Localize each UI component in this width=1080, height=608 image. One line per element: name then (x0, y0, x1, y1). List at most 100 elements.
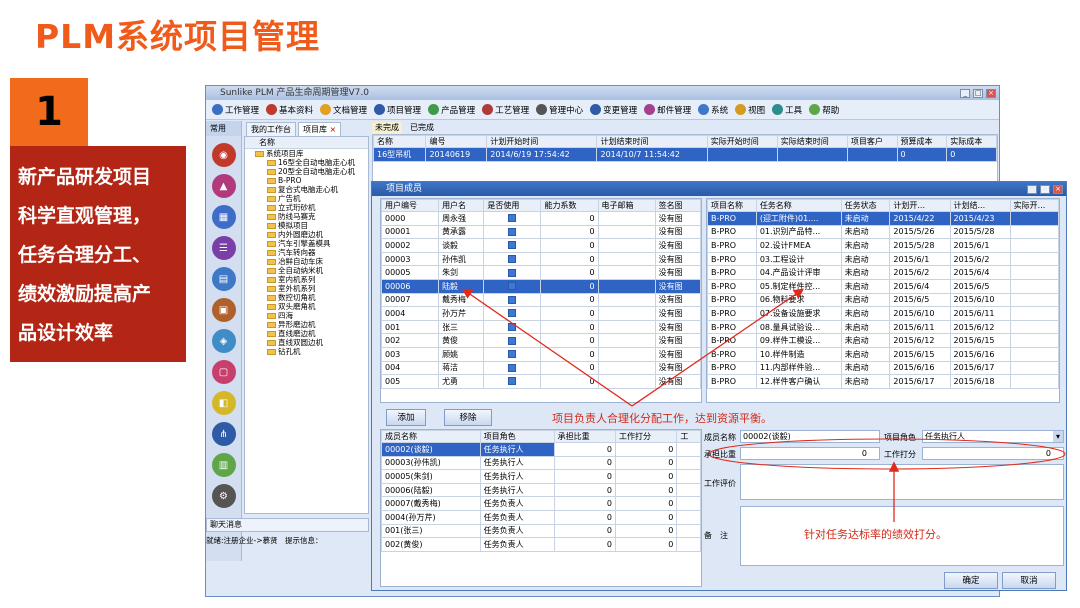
menu-item[interactable]: 基本资料 (264, 104, 315, 116)
column-header[interactable]: 项目客户 (846, 135, 898, 148)
module-icon[interactable]: ◈ (211, 329, 236, 353)
menu-icon (735, 104, 747, 115)
table-cell: 16型吊机 (372, 147, 427, 162)
tree-item[interactable]: 广告机 (245, 194, 368, 203)
tree-item[interactable]: 防线马赛克 (245, 212, 368, 221)
column-header[interactable]: 计划结束时间 (596, 135, 708, 148)
tree-item[interactable]: 汽车转向器 (245, 248, 368, 257)
settings-gear-icon[interactable]: ⚙ (211, 484, 236, 508)
tree-item[interactable]: 复合式电脑走心机 (245, 185, 368, 194)
menu-icon (482, 104, 494, 115)
column-header[interactable]: 实际结束时间 (776, 135, 848, 148)
tree-item[interactable]: 内外圆磨边机 (245, 230, 368, 239)
menu-item[interactable]: 工作管理 (210, 104, 261, 116)
desc-line: 任务合理分工、 (18, 244, 152, 266)
folder-icon (267, 231, 276, 238)
close-button[interactable]: × (986, 89, 996, 98)
tree-item[interactable]: 汽车引擎盖模具 (245, 239, 368, 248)
module-icon[interactable]: ▥ (211, 453, 236, 477)
sub-tabs: 未完成 已完成 (372, 122, 998, 134)
menu-item[interactable]: 产品管理 (426, 104, 477, 116)
section-number: 1 (10, 78, 88, 146)
tree-item[interactable]: 双头磨角机 (245, 302, 368, 311)
menu-item[interactable]: 变更管理 (588, 104, 639, 116)
module-icon[interactable]: ◉ (211, 143, 236, 167)
tree-item[interactable]: 钻孔机 (245, 347, 368, 356)
minimize-button[interactable]: _ (960, 89, 971, 98)
tab-workbench[interactable]: 我的工作台 (246, 122, 296, 137)
tree-item[interactable]: 全自动纳米机 (245, 266, 368, 275)
folder-icon (267, 213, 276, 220)
tree-item[interactable]: 室内机系列 (245, 275, 368, 284)
column-header[interactable]: 实际成本 (946, 135, 997, 148)
table-cell: 0 (896, 147, 948, 162)
menu-item[interactable]: 工艺管理 (480, 104, 531, 116)
menu-item[interactable]: 管理中心 (534, 104, 585, 116)
module-icon[interactable]: ▢ (211, 360, 236, 384)
column-header[interactable]: 计划开始时间 (486, 135, 598, 148)
folder-icon (267, 168, 276, 175)
module-icon[interactable]: ☰ (211, 236, 236, 260)
module-icon[interactable]: ▲ (211, 174, 236, 198)
maximize-button[interactable]: □ (973, 89, 984, 98)
tab-unfinished[interactable]: 未完成 (372, 122, 402, 134)
module-icon[interactable]: ▦ (211, 205, 236, 229)
module-icon[interactable]: ▣ (211, 298, 236, 322)
folder-icon (267, 195, 276, 202)
sidebar-tab[interactable]: 常用 (206, 121, 241, 136)
menu-item[interactable]: 系统 (696, 104, 730, 116)
tab-project-library[interactable]: 项目库 × (298, 122, 342, 137)
column-header[interactable]: 名称 (372, 135, 427, 148)
menu-item[interactable]: 邮件管理 (642, 104, 693, 116)
tree-item[interactable]: 模拟项目 (245, 221, 368, 230)
folder-icon (267, 276, 276, 283)
tree-item[interactable]: B-PRO (245, 176, 368, 185)
table-row[interactable]: 16型吊机 20140619 2014/6/19 17:54:42 2014/10/7… (372, 147, 997, 162)
project-members-dialog: 项目成员 _ □ × 用户编号 用户名 是否使用 能力系数 电子邮箱 签名图 0000 周永强… (371, 181, 1067, 591)
menu-item[interactable]: 视图 (733, 104, 767, 116)
tab-label: 项目库 (303, 125, 327, 134)
column-header[interactable]: 编号 (425, 135, 488, 148)
close-tab-icon[interactable]: × (330, 125, 337, 134)
desc-line: 品设计效率 (18, 322, 114, 344)
desc-line: 科学直观管理， (18, 205, 152, 227)
menu-item[interactable]: 帮助 (807, 104, 841, 116)
tree-header: 名称 (245, 137, 368, 149)
tab-finished[interactable]: 已完成 (410, 122, 434, 134)
folder-icon (267, 321, 276, 328)
tree-item[interactable]: 直线磨边机 (245, 329, 368, 338)
tree-item[interactable]: 冶鲜自动车床 (245, 257, 368, 266)
menu-icon (320, 104, 332, 115)
table-cell: 2014/6/19 17:54:42 (486, 147, 598, 162)
folder-icon (267, 258, 276, 265)
tree-item[interactable]: 直线双圆边机 (245, 338, 368, 347)
tree-item[interactable]: 异形磨边机 (245, 320, 368, 329)
tree-root[interactable]: 系统项目库 (245, 149, 368, 158)
folder-icon (267, 177, 276, 184)
tree-item[interactable]: 室外机系列 (245, 284, 368, 293)
tree-item[interactable]: 四海 (245, 311, 368, 320)
chat-tab[interactable]: 聊天消息 (206, 518, 369, 532)
menu-icon (374, 104, 386, 115)
quick-sidebar: 常用 ◉ ▲ ▦ ☰ ▤ ▣ ◈ ▢ ◧ ⋔ ▥ ⚙ (206, 121, 242, 561)
tree-item[interactable]: 立式珩砂机 (245, 203, 368, 212)
tree-item[interactable]: 数控切角机 (245, 293, 368, 302)
module-icon[interactable]: ⋔ (211, 422, 236, 446)
menu-item[interactable]: 文档管理 (318, 104, 369, 116)
tree-item[interactable]: 16型全自动电脑走心机 (245, 158, 368, 167)
column-header[interactable]: 实际开始时间 (706, 135, 778, 148)
slide-title: PLM系统项目管理 (35, 17, 321, 56)
project-tree: 名称 系统项目库 16型全自动电脑走心机 20型全自动电脑走心机 B-PRO 复合式电… (244, 136, 369, 514)
menu-bar: 工作管理 基本资料 文档管理 项目管理 产品管理 工艺管理 管理中心 变更管理 邮件管理 系统 视图… (206, 100, 999, 120)
module-icon[interactable]: ▤ (211, 267, 236, 291)
table-cell: 0 (946, 147, 997, 162)
module-icon[interactable]: ◧ (211, 391, 236, 415)
menu-icon (536, 104, 548, 115)
description-box: 新产品研发项目 科学直观管理， 任务合理分工、 绩效激励提高产 品设计效率 (10, 146, 186, 362)
tree-item[interactable]: 20型全自动电脑走心机 (245, 167, 368, 176)
menu-item[interactable]: 工具 (770, 104, 804, 116)
column-header[interactable]: 预算成本 (896, 135, 948, 148)
table-header-row: 名称 编号 计划开始时间 计划结束时间 实际开始时间 实际结束时间 项目客户 预算成本 实际成本 (372, 135, 997, 148)
menu-item[interactable]: 项目管理 (372, 104, 423, 116)
folder-icon (255, 150, 264, 157)
